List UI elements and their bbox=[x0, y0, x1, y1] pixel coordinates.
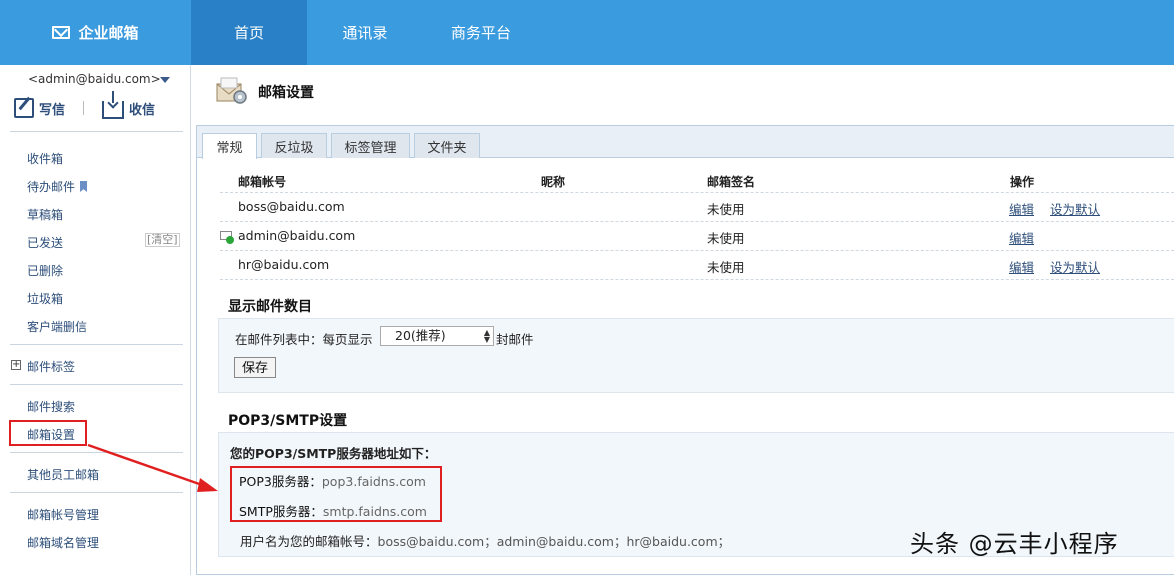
sidebar-item-inbox[interactable]: 收件箱 bbox=[27, 150, 63, 167]
tab-home[interactable]: 首页 bbox=[191, 0, 307, 65]
edit-link[interactable]: 编辑 bbox=[1009, 228, 1034, 247]
brand-name: 企业邮箱 bbox=[78, 24, 139, 42]
sidebar-item-deleted[interactable]: 已删除 bbox=[27, 262, 63, 279]
page-title: 邮箱设置 bbox=[258, 85, 314, 101]
display-prefix: 在邮件列表中：每页显示 bbox=[235, 332, 373, 347]
column-signature: 邮箱签名 bbox=[707, 175, 756, 189]
write-button[interactable]: 写信 bbox=[14, 98, 65, 118]
account-cell: boss@baidu.com bbox=[238, 199, 345, 214]
account-address[interactable]: <admin@baidu.com> bbox=[28, 72, 161, 86]
page-size-select[interactable]: 20(推荐) ▲ ▼ bbox=[380, 326, 494, 346]
row-divider bbox=[220, 279, 1174, 280]
account-cell: admin@baidu.com bbox=[238, 228, 356, 243]
row-divider bbox=[220, 250, 1174, 251]
display-count-title: 显示邮件数目 bbox=[228, 299, 312, 315]
set-default-link[interactable]: 设为默认 bbox=[1050, 257, 1100, 276]
mail-settings-icon bbox=[216, 77, 247, 104]
column-account: 邮箱帐号 bbox=[238, 175, 287, 189]
column-nickname: 昵称 bbox=[541, 175, 566, 189]
watermark: 头条 @云丰小程序 bbox=[910, 530, 1119, 558]
divider bbox=[10, 384, 183, 385]
sidebar-item-account-mgmt[interactable]: 邮箱帐号管理 bbox=[27, 506, 99, 523]
receive-button[interactable]: 收信 bbox=[102, 91, 156, 119]
tab-contacts[interactable]: 通讯录 bbox=[307, 0, 423, 65]
pop3-value: pop3.faidns.com bbox=[321, 474, 426, 489]
signature-cell: 未使用 bbox=[707, 202, 745, 217]
smtp-label: SMTP服务器： bbox=[239, 504, 323, 519]
write-label: 写信 bbox=[39, 102, 66, 118]
top-header: 企业邮箱 首页 通讯录 商务平台 bbox=[0, 0, 1174, 65]
pop-intro: 您的POP3/SMTP服务器地址如下： bbox=[230, 446, 437, 461]
row-divider bbox=[220, 192, 1174, 193]
tab-folders[interactable]: 文件夹 bbox=[414, 133, 480, 158]
edit-link[interactable]: 编辑 bbox=[1009, 257, 1034, 276]
settings-tabbar: 常规 反垃圾 标签管理 文件夹 bbox=[197, 126, 1174, 159]
smtp-server-row: SMTP服务器：smtp.faidns.com bbox=[239, 501, 427, 520]
tab-general[interactable]: 常规 bbox=[202, 133, 257, 159]
settings-highlight-box bbox=[9, 420, 87, 446]
sidebar-item-client-deleted[interactable]: 客户端删信 bbox=[27, 318, 87, 335]
pop3-label: POP3服务器： bbox=[239, 474, 322, 489]
sidebar-item-others[interactable]: 其他员工邮箱 bbox=[27, 466, 99, 483]
row-divider bbox=[220, 221, 1174, 222]
clear-sent-link[interactable]: [清空] bbox=[145, 233, 180, 247]
username-row: 用户名为您的邮箱帐号：boss@baidu.com；admin@baidu.co… bbox=[240, 531, 730, 550]
select-arrows-icon: ▲ ▼ bbox=[483, 328, 490, 344]
compose-icon bbox=[14, 98, 34, 118]
edit-link[interactable]: 编辑 bbox=[1009, 199, 1034, 218]
pop-smtp-title: POP3/SMTP设置 bbox=[228, 413, 348, 429]
username-label: 用户名为您的邮箱帐号： bbox=[240, 534, 378, 549]
action-divider bbox=[83, 101, 85, 115]
username-value: boss@baidu.com；admin@baidu.com；hr@baidu.… bbox=[377, 534, 731, 549]
divider bbox=[10, 492, 183, 493]
sidebar-item-search[interactable]: 邮件搜索 bbox=[27, 398, 75, 415]
smtp-value: smtp.faidns.com bbox=[322, 504, 427, 519]
signature-cell: 未使用 bbox=[707, 231, 745, 246]
chevron-down-icon[interactable] bbox=[160, 77, 170, 83]
receive-label: 收信 bbox=[129, 102, 156, 118]
sidebar-item-domain-mgmt[interactable]: 邮箱域名管理 bbox=[27, 534, 99, 551]
divider bbox=[10, 131, 183, 132]
sidebar: <admin@baidu.com> 写信 收信 收件箱 待办邮件 草稿箱 已发送… bbox=[0, 65, 191, 575]
tab-antispam[interactable]: 反垃圾 bbox=[261, 133, 327, 158]
sidebar-item-drafts[interactable]: 草稿箱 bbox=[27, 206, 63, 223]
mail-icon bbox=[52, 26, 71, 39]
pop3-server-row: POP3服务器：pop3.faidns.com bbox=[239, 471, 426, 490]
sidebar-item-tags[interactable]: 邮件标签 bbox=[27, 358, 75, 375]
expand-plus-icon[interactable]: + bbox=[11, 360, 21, 370]
top-nav: 首页 通讯录 商务平台 bbox=[191, 0, 539, 65]
mail-actions: 写信 收信 bbox=[14, 91, 156, 119]
sidebar-item-label: 待办邮件 bbox=[27, 180, 76, 194]
display-suffix: 封邮件 bbox=[496, 332, 534, 347]
sidebar-item-sent[interactable]: 已发送 bbox=[27, 234, 63, 251]
inbox-download-icon bbox=[102, 91, 125, 119]
divider bbox=[10, 344, 183, 345]
account-cell: hr@baidu.com bbox=[238, 257, 330, 272]
sidebar-item-spam[interactable]: 垃圾箱 bbox=[27, 290, 63, 307]
brand-logo[interactable]: 企业邮箱 bbox=[0, 0, 191, 65]
signature-cell: 未使用 bbox=[707, 260, 745, 275]
tab-tag-mgmt[interactable]: 标签管理 bbox=[331, 133, 410, 158]
set-default-link[interactable]: 设为默认 bbox=[1050, 199, 1100, 218]
check-icon bbox=[226, 236, 234, 244]
flag-icon bbox=[80, 181, 88, 192]
save-button[interactable]: 保存 bbox=[234, 357, 276, 378]
column-ops: 操作 bbox=[1010, 175, 1035, 189]
page-size-value: 20(推荐) bbox=[395, 328, 446, 343]
divider bbox=[10, 452, 183, 453]
tab-business[interactable]: 商务平台 bbox=[423, 0, 539, 65]
sidebar-item-todo[interactable]: 待办邮件 bbox=[27, 178, 88, 195]
